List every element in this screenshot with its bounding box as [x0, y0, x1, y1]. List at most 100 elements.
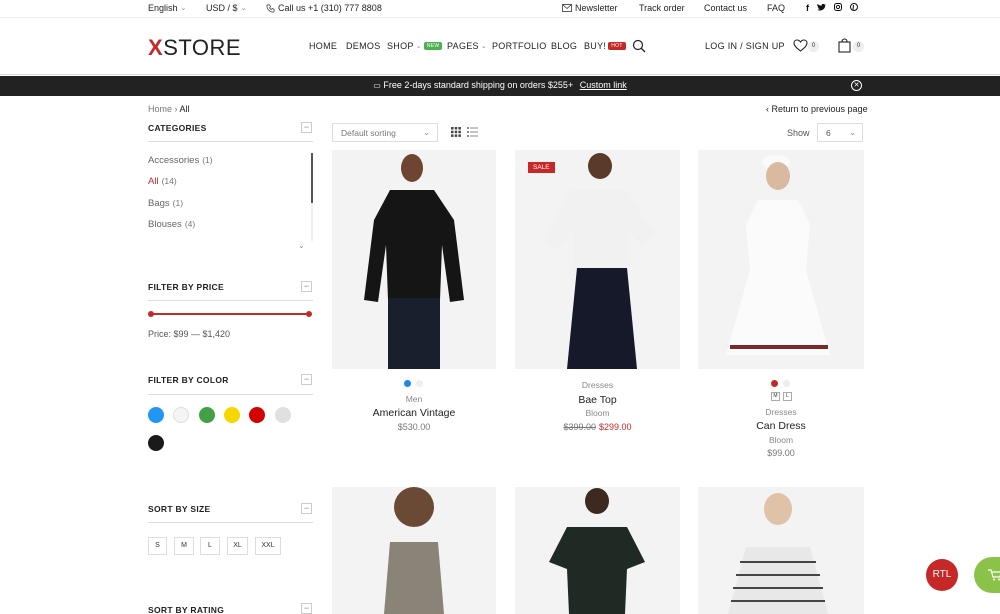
- categories-scrollbar[interactable]: [311, 153, 313, 241]
- wishlist-button[interactable]: [793, 39, 808, 54]
- sale-price: $299.00: [599, 422, 632, 432]
- divider: [148, 522, 313, 523]
- product-category[interactable]: Dresses: [515, 380, 680, 390]
- product-category[interactable]: Men: [332, 394, 496, 404]
- cart-count: 0: [853, 41, 864, 52]
- color-swatch-green[interactable]: [199, 407, 215, 423]
- product-name[interactable]: American Vintage: [332, 407, 496, 419]
- size-option-xl[interactable]: XL: [227, 537, 248, 555]
- product-category[interactable]: Dresses: [698, 407, 864, 417]
- cart-icon: [988, 569, 1000, 581]
- product-image[interactable]: [698, 150, 864, 369]
- facebook-icon[interactable]: f: [806, 3, 809, 13]
- track-order-link[interactable]: Track order: [639, 3, 685, 13]
- login-link[interactable]: LOG IN / SIGN UP: [705, 41, 785, 51]
- per-page-select[interactable]: 6 ⌄: [817, 123, 863, 142]
- pinterest-icon[interactable]: [850, 3, 858, 13]
- category-count: (1): [172, 198, 184, 208]
- color-swatch-black[interactable]: [148, 435, 164, 451]
- category-count: (14): [161, 176, 177, 186]
- currency-selector[interactable]: USD / $ ⌄: [206, 3, 246, 13]
- product-image[interactable]: [698, 487, 864, 614]
- size-option-l[interactable]: L: [783, 392, 792, 401]
- color-swatch-blue[interactable]: [148, 407, 164, 423]
- category-bags[interactable]: Bags (1): [148, 198, 183, 209]
- product-image[interactable]: [515, 150, 680, 369]
- product-image[interactable]: [332, 150, 496, 369]
- price-slider[interactable]: [148, 311, 312, 317]
- size-option-s[interactable]: S: [148, 537, 167, 555]
- size-option-m[interactable]: M: [174, 537, 194, 555]
- nav-demos[interactable]: DEMOS: [346, 41, 381, 51]
- search-icon[interactable]: [632, 39, 646, 55]
- cart-button[interactable]: [838, 38, 851, 55]
- nav-buy-label: BUY!: [584, 41, 607, 51]
- faq-link[interactable]: FAQ: [767, 3, 785, 13]
- sort-select[interactable]: Default sorting ⌄: [332, 123, 438, 142]
- collapse-icon[interactable]: −: [301, 503, 312, 514]
- chevron-down-icon[interactable]: ⌄: [298, 241, 305, 250]
- collapse-icon[interactable]: −: [301, 281, 312, 292]
- promo-content: ▭ Free 2-days standard shipping on order…: [0, 80, 1000, 90]
- chevron-down-icon: ⌄: [240, 5, 247, 12]
- breadcrumb-home[interactable]: Home: [148, 104, 172, 114]
- chevron-down-icon: ⌄: [480, 43, 488, 50]
- color-swatch-white[interactable]: [173, 407, 189, 423]
- sort-value: Default sorting: [341, 128, 396, 138]
- per-page-value: 6: [826, 128, 831, 138]
- size-option-l[interactable]: L: [200, 537, 220, 555]
- price-slider-max-handle[interactable]: [306, 311, 312, 317]
- size-option-m[interactable]: M: [771, 392, 780, 401]
- color-option-blue[interactable]: [404, 380, 411, 387]
- close-icon[interactable]: ✕: [851, 80, 862, 91]
- nav-shop-label: SHOP: [387, 41, 414, 51]
- size-option-xxl[interactable]: XXL: [255, 537, 281, 555]
- scrollbar-thumb[interactable]: [311, 153, 313, 203]
- nav-portfolio[interactable]: PORTFOLIO: [492, 41, 547, 51]
- nav-home[interactable]: HOME: [309, 41, 337, 51]
- category-blouses[interactable]: Blouses (4): [148, 219, 195, 230]
- twitter-icon[interactable]: [817, 3, 826, 13]
- color-option-white[interactable]: [783, 380, 790, 387]
- collapse-icon[interactable]: −: [301, 603, 312, 614]
- chevron-down-icon: ⌄: [415, 43, 422, 50]
- list-view-icon[interactable]: [467, 127, 478, 139]
- size-filter-title: SORT BY SIZE: [148, 504, 211, 514]
- product-image[interactable]: [515, 487, 680, 614]
- collapse-icon[interactable]: −: [301, 374, 312, 385]
- logo-text: STORE: [163, 35, 242, 60]
- promo-link[interactable]: Custom link: [580, 80, 627, 90]
- rtl-button[interactable]: RTL: [926, 559, 958, 591]
- contact-us-link[interactable]: Contact us: [704, 3, 747, 13]
- product-brand[interactable]: Bloom: [698, 435, 864, 445]
- price-slider-min-handle[interactable]: [148, 311, 154, 317]
- category-all[interactable]: All (14): [148, 176, 177, 187]
- phone-link[interactable]: Call us +1 (310) 777 8808: [266, 3, 382, 13]
- color-swatch-light-grey[interactable]: [275, 407, 291, 423]
- nav-buy[interactable]: BUY! HOT: [584, 41, 626, 51]
- social-links: f: [806, 3, 858, 13]
- category-label: Bags: [148, 198, 170, 209]
- collapse-icon[interactable]: −: [301, 122, 312, 133]
- category-accessories[interactable]: Accessories (1): [148, 155, 213, 166]
- color-option-red[interactable]: [771, 380, 778, 387]
- return-link[interactable]: ‹ Return to previous page: [766, 104, 868, 114]
- product-brand[interactable]: Bloom: [515, 408, 680, 418]
- nav-pages[interactable]: PAGES ⌄: [447, 41, 487, 51]
- instagram-icon[interactable]: [834, 3, 842, 13]
- newsletter-link[interactable]: Newsletter: [562, 3, 618, 13]
- product-name[interactable]: Bae Top: [515, 394, 680, 406]
- language-selector[interactable]: English ⌄: [148, 3, 186, 13]
- floating-cart-button[interactable]: [974, 557, 1000, 593]
- color-swatch-yellow[interactable]: [224, 407, 240, 423]
- color-option-white[interactable]: [416, 380, 423, 387]
- site-logo[interactable]: XSTORE: [148, 35, 241, 61]
- product-image[interactable]: [332, 487, 496, 614]
- logo-mark: X: [148, 35, 164, 60]
- nav-blog[interactable]: BLOG: [551, 41, 577, 51]
- color-swatch-red[interactable]: [249, 407, 265, 423]
- divider: [148, 300, 313, 301]
- grid-view-icon[interactable]: [451, 127, 461, 139]
- product-name[interactable]: Can Dress: [698, 420, 864, 432]
- nav-shop[interactable]: SHOP ⌄ NEW: [387, 41, 443, 51]
